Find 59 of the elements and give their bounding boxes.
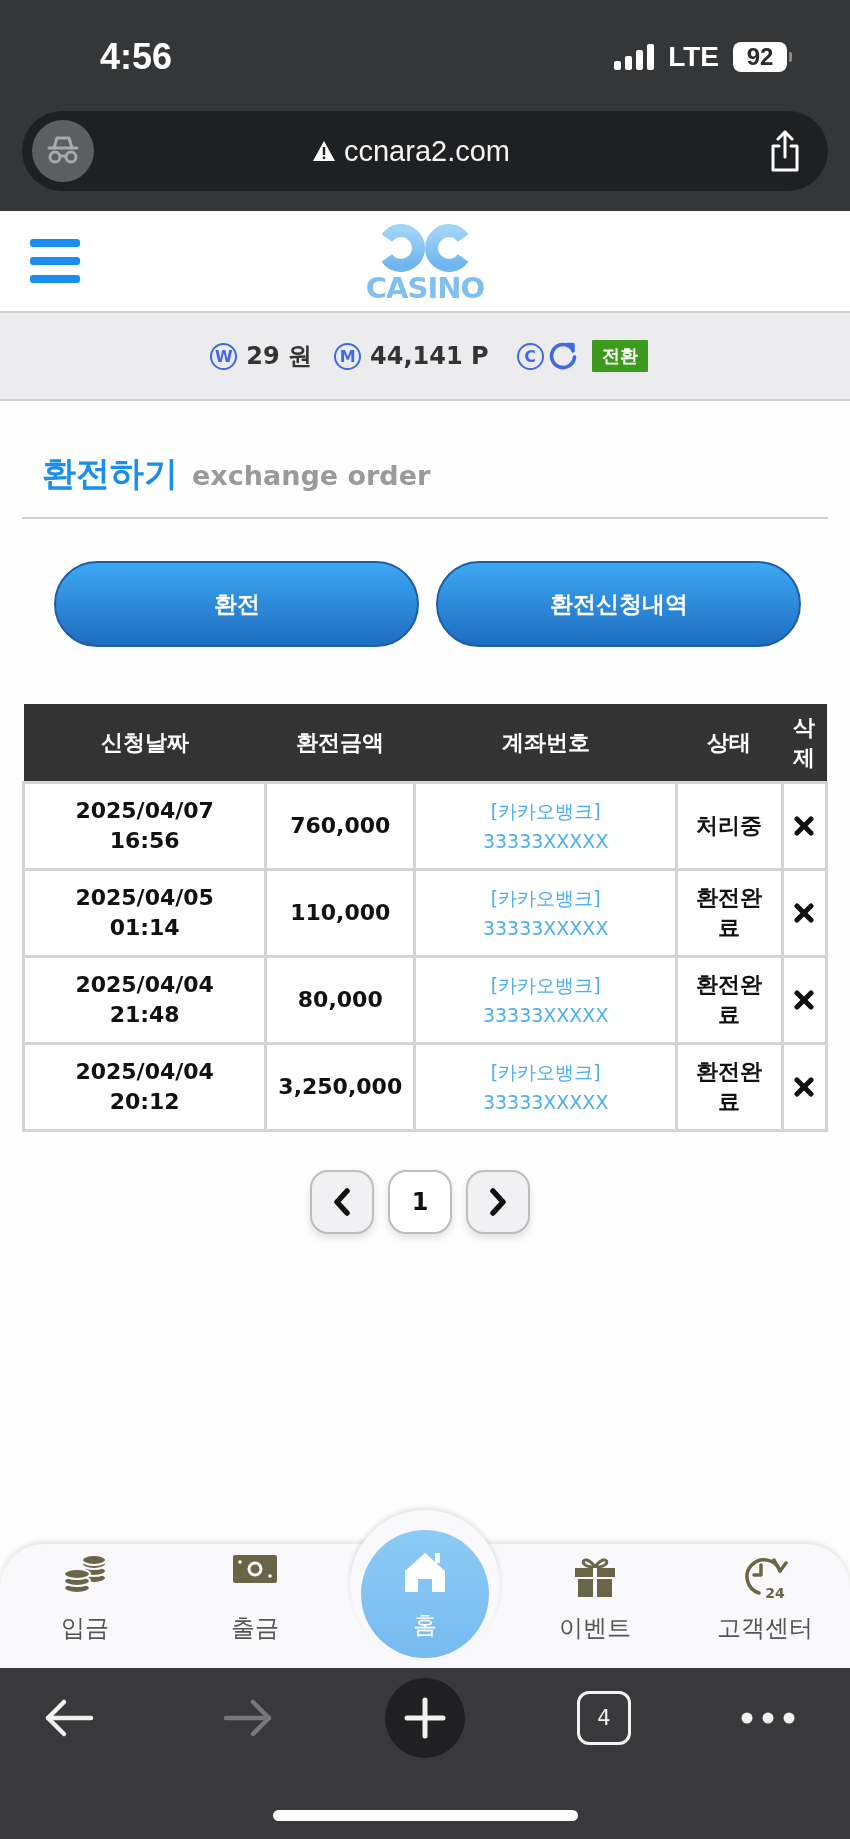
- table-cell: 처리중: [676, 782, 783, 870]
- table-cell: 2025/04/04 20:12: [23, 1043, 266, 1131]
- table-cell: 환전완료: [676, 956, 783, 1044]
- delete-icon[interactable]: [794, 990, 815, 1010]
- column-header: 계좌번호: [414, 704, 677, 783]
- action-button[interactable]: 환전: [54, 561, 419, 647]
- chevron-right-icon: [488, 1188, 508, 1216]
- action-button[interactable]: 환전신청내역: [436, 561, 801, 647]
- page-subtitle: exchange order: [192, 460, 431, 491]
- table-cell: [카카오뱅크] 33333XXXXX: [414, 956, 677, 1044]
- table-cell: 환전완료: [676, 1043, 783, 1131]
- nav-item[interactable]: 24 고객센터: [680, 1554, 850, 1642]
- chevron-left-icon: [332, 1188, 352, 1216]
- delete-icon[interactable]: [794, 903, 815, 923]
- table-cell: [카카오뱅크] 33333XXXXX: [414, 1043, 677, 1131]
- clock-time: 4:56: [100, 36, 173, 78]
- table-cell: 2025/04/07 16:56: [23, 782, 266, 870]
- table-cell: 2025/04/05 01:14: [23, 869, 266, 957]
- circled-letter: M: [334, 342, 362, 370]
- circled-letter: C: [516, 342, 544, 370]
- battery-indicator: 92: [733, 42, 792, 72]
- balance-amount: 29 원: [246, 341, 313, 372]
- plus-icon[interactable]: [385, 1678, 465, 1758]
- refresh-icon[interactable]: [547, 341, 578, 371]
- network-label: LTE: [668, 41, 719, 73]
- coins-icon: [62, 1554, 108, 1594]
- tabs-button[interactable]: 4: [577, 1691, 631, 1745]
- table-cell: [카카오뱅크] 33333XXXXX: [414, 869, 677, 957]
- url-text: ccnara2.com: [344, 134, 510, 168]
- page-button[interactable]: 1: [388, 1170, 452, 1234]
- delete-icon[interactable]: [794, 816, 815, 836]
- circled-letter: W: [210, 342, 238, 370]
- delete-icon[interactable]: [794, 1077, 815, 1097]
- column-header: 삭제: [782, 704, 827, 783]
- column-header: 환전금액: [265, 704, 415, 783]
- prev-page-button[interactable]: [310, 1170, 374, 1234]
- signal-icon: [614, 44, 655, 70]
- table-cell: 110,000: [265, 869, 415, 957]
- cash-icon: [232, 1554, 278, 1584]
- nav-item[interactable]: 출금: [170, 1554, 340, 1642]
- table-cell: 3,250,000: [265, 1043, 415, 1131]
- incognito-icon[interactable]: [32, 120, 94, 182]
- table-cell: 환전완료: [676, 869, 783, 957]
- table-cell: 2025/04/04 21:48: [23, 956, 266, 1044]
- column-header: 신청날짜: [23, 704, 266, 783]
- convert-button[interactable]: 전환: [591, 340, 648, 372]
- nav-item[interactable]: 이벤트: [510, 1554, 680, 1642]
- more-icon[interactable]: [741, 1712, 795, 1724]
- table-cell: 760,000: [265, 782, 415, 870]
- page-title: 환전하기: [42, 452, 178, 495]
- table-cell: 80,000: [265, 956, 415, 1044]
- next-page-button[interactable]: [466, 1170, 530, 1234]
- balance-amount: 44,141 P: [370, 342, 489, 370]
- menu-icon[interactable]: [30, 239, 80, 283]
- table-cell: [카카오뱅크] 33333XXXXX: [414, 782, 677, 870]
- warning-icon: [312, 140, 336, 162]
- nav-item[interactable]: 입금: [0, 1554, 170, 1642]
- column-header: 상태: [676, 704, 783, 783]
- address-bar[interactable]: ccnara2.com: [22, 111, 828, 191]
